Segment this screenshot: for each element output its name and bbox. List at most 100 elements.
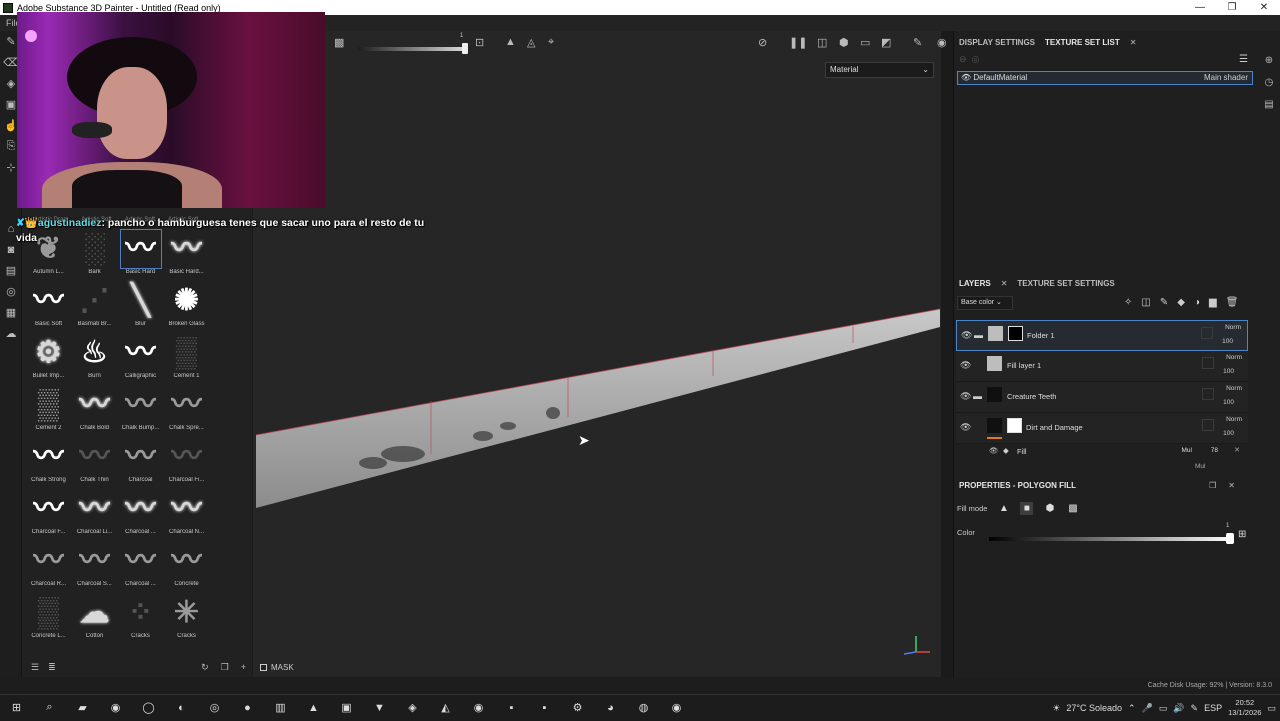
brush-shelf-icon[interactable]: ▤ [0, 260, 22, 281]
textures-shelf-icon[interactable]: ▦ [0, 302, 22, 323]
brush-preset[interactable]: 〰 Charcoal F... [26, 490, 71, 542]
camera-view-icon[interactable]: ▭ [860, 36, 870, 49]
layer-opacity[interactable]: 100 [1223, 399, 1234, 406]
fit-view-icon[interactable]: ⊡ [475, 36, 484, 49]
channel-dropdown[interactable]: Base color ⌄ [957, 296, 1013, 310]
tab-display-settings[interactable]: DISPLAY SETTINGS [959, 38, 1035, 47]
mesh-fill-icon[interactable]: ⬢ [1043, 502, 1056, 515]
mask-checkbox[interactable] [260, 663, 267, 671]
layer-row[interactable]: 👁 Fill layer 1 Norm 100 [956, 351, 1248, 382]
brush-preset[interactable]: 〰 Charcoal S... [72, 542, 117, 594]
layer-opacity[interactable]: 100 [1222, 338, 1233, 345]
brush-preset[interactable]: 〰 Charcoal ... [118, 542, 163, 594]
network-icon[interactable]: ▭ [1159, 703, 1168, 714]
checker-icon[interactable]: ▩ [334, 36, 344, 49]
layer-options-box[interactable] [1202, 357, 1214, 369]
brush-preset[interactable]: 〰 Basic Soft [26, 282, 71, 334]
object-view-icon[interactable]: ⬢ [839, 36, 849, 49]
add-smart-icon[interactable]: ◑ [1194, 297, 1200, 308]
symmetry-alt-icon[interactable]: ◬ [527, 36, 535, 49]
windows-start-icon[interactable]: ⊞ [0, 695, 33, 721]
brush-size-slider[interactable] [358, 47, 466, 51]
chrome-icon[interactable]: ◉ [99, 695, 132, 721]
brush-preset[interactable]: 〰 Charcoal Li... [72, 490, 117, 542]
eye-icon[interactable]: 👁 [960, 422, 971, 433]
color-picker-icon[interactable]: ⊞ [1238, 529, 1246, 540]
brush-preset[interactable]: ☁ Cotton [72, 594, 117, 646]
word-icon[interactable]: ▪ [528, 695, 561, 721]
screenshot-icon[interactable]: ◉ [937, 36, 947, 49]
brush-preset[interactable]: ✺ Broken Glass [164, 282, 209, 334]
brush-preset[interactable]: 〰 Charcoal Fi... [164, 438, 209, 490]
add-paint-layer-icon[interactable]: ✎ [1160, 297, 1168, 308]
remove-effect-icon[interactable]: ✕ [1234, 446, 1240, 454]
eye-icon[interactable]: 👁 [960, 391, 971, 402]
settings-icon[interactable]: ⚙ [561, 695, 594, 721]
brush-preset[interactable]: ▒ Cement 1 [164, 334, 209, 386]
materials-shelf-icon[interactable]: ◎ [0, 281, 22, 302]
texture-set-row[interactable]: 👁 DefaultMaterial Main shader [957, 71, 1253, 85]
layer-options-box[interactable] [1201, 327, 1213, 339]
blend-mode[interactable]: Norm [1225, 324, 1241, 331]
color-slider-handle[interactable] [1226, 533, 1234, 544]
layer-options-box[interactable] [1202, 419, 1214, 431]
eye-icon[interactable]: 👁 [989, 446, 999, 455]
brush-preset[interactable]: 〰 Charcoal ... [118, 490, 163, 542]
after-effects-icon[interactable]: ▪ [495, 695, 528, 721]
eye-icon[interactable]: 👁 [961, 73, 971, 82]
opera-icon[interactable]: ◯ [132, 695, 165, 721]
brush-preset[interactable]: 〰 Chalk Thin [72, 438, 117, 490]
language-indicator[interactable]: ESP [1204, 703, 1222, 713]
brush-preset[interactable]: 〰 Chalk Spre... [164, 386, 209, 438]
effects-icon[interactable]: ✧ [1124, 297, 1132, 308]
volume-icon[interactable]: 🔊 [1173, 703, 1184, 714]
refresh-icon[interactable]: ↻ [201, 662, 209, 673]
file-explorer-icon[interactable]: ▰ [66, 695, 99, 721]
brush-preset[interactable]: ♨ Burn [72, 334, 117, 386]
mic-icon[interactable]: 🎤 [1142, 703, 1153, 714]
log-icon[interactable]: ▤ [1261, 99, 1277, 121]
environment-icon[interactable]: ☁ [0, 323, 22, 344]
new-window-icon[interactable]: ❐ [221, 662, 229, 673]
restore-button[interactable]: ❐ [1216, 0, 1248, 15]
blender-icon[interactable]: ● [231, 695, 264, 721]
brush-preset[interactable]: ⋰ Basmati Br... [72, 282, 117, 334]
layer-row[interactable]: 👁 Dirt and Damage Norm 100 [956, 413, 1248, 444]
history-icon[interactable]: ◷ [1261, 77, 1277, 99]
brush-preset[interactable]: ✳ Cracks [164, 594, 209, 646]
add-icon[interactable]: ⊕ [1261, 55, 1277, 77]
split-view-icon[interactable]: ◫ [817, 36, 827, 49]
display-icon[interactable]: ◩ [881, 36, 891, 49]
mask-toggle[interactable]: MASK [253, 658, 941, 676]
brush-size-slider-handle[interactable] [462, 43, 468, 54]
mask-add-icon[interactable]: ◫ [1141, 297, 1150, 308]
add-fill-layer-icon[interactable]: ◆ [1177, 297, 1185, 308]
photos-icon[interactable]: ▲ [297, 695, 330, 721]
discord-icon[interactable]: ◕ [594, 695, 627, 721]
brush-preset[interactable]: 〰 Chalk Bump... [118, 386, 163, 438]
delete-layer-icon[interactable]: 🗑 [1226, 297, 1239, 308]
weather-text[interactable]: 27°C Soleado [1066, 703, 1122, 713]
polygon-fill-mode-icon[interactable]: ■ [1020, 502, 1034, 515]
brush-preset[interactable]: 〰 Chalk Bold [72, 386, 117, 438]
blend-mode[interactable]: Norm [1226, 354, 1242, 361]
hide-icon[interactable]: ⊘ [758, 36, 767, 49]
notification-icon[interactable]: ▭ [1267, 703, 1276, 714]
close-tab-icon[interactable]: ✕ [1130, 38, 1137, 47]
brush-preset[interactable]: 〰 Calligraphic [118, 334, 163, 386]
brush-preset[interactable]: 〰 Concrete [164, 542, 209, 594]
fill-effect-row[interactable]: 👁 ◆ Fill Mul 78 ✕ [956, 444, 1248, 459]
blend-mode[interactable]: Norm [1226, 385, 1242, 392]
popout-icon[interactable]: ❐ [1209, 481, 1228, 490]
tab-texture-set-settings[interactable]: TEXTURE SET SETTINGS [1017, 279, 1114, 288]
spotify-icon[interactable]: ◉ [462, 695, 495, 721]
brush-preset[interactable]: ╲ Blur [118, 282, 163, 334]
tab-layers[interactable]: LAYERS [959, 279, 991, 288]
paint-mode-icon[interactable]: ✎ [913, 36, 922, 49]
brush-preset[interactable]: ⚙ Bullet Imp... [26, 334, 71, 386]
brush-preset[interactable]: ⁘ Cracks [118, 594, 163, 646]
triangle-fill-icon[interactable]: ▲ [997, 502, 1010, 515]
layer-row[interactable]: 👁 ▬ Folder 1 Norm 100 [956, 320, 1248, 351]
eye-icon[interactable]: 👁 [961, 330, 972, 341]
brush-preset[interactable]: 〰 Chalk Strong [26, 438, 71, 490]
